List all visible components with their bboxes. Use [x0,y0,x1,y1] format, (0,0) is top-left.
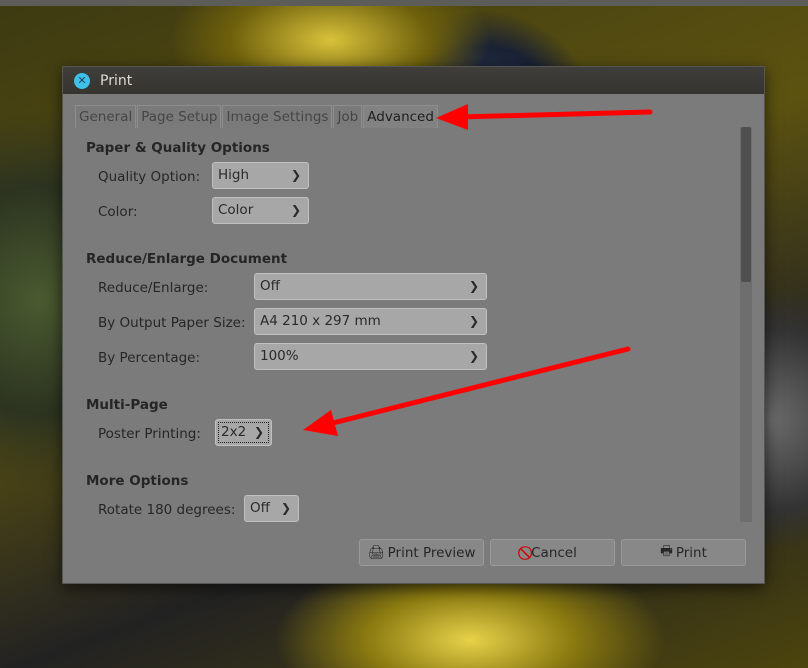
red-arrow-icon [436,104,653,130]
red-arrow-icon [303,346,631,436]
annotation-arrows [303,104,653,436]
